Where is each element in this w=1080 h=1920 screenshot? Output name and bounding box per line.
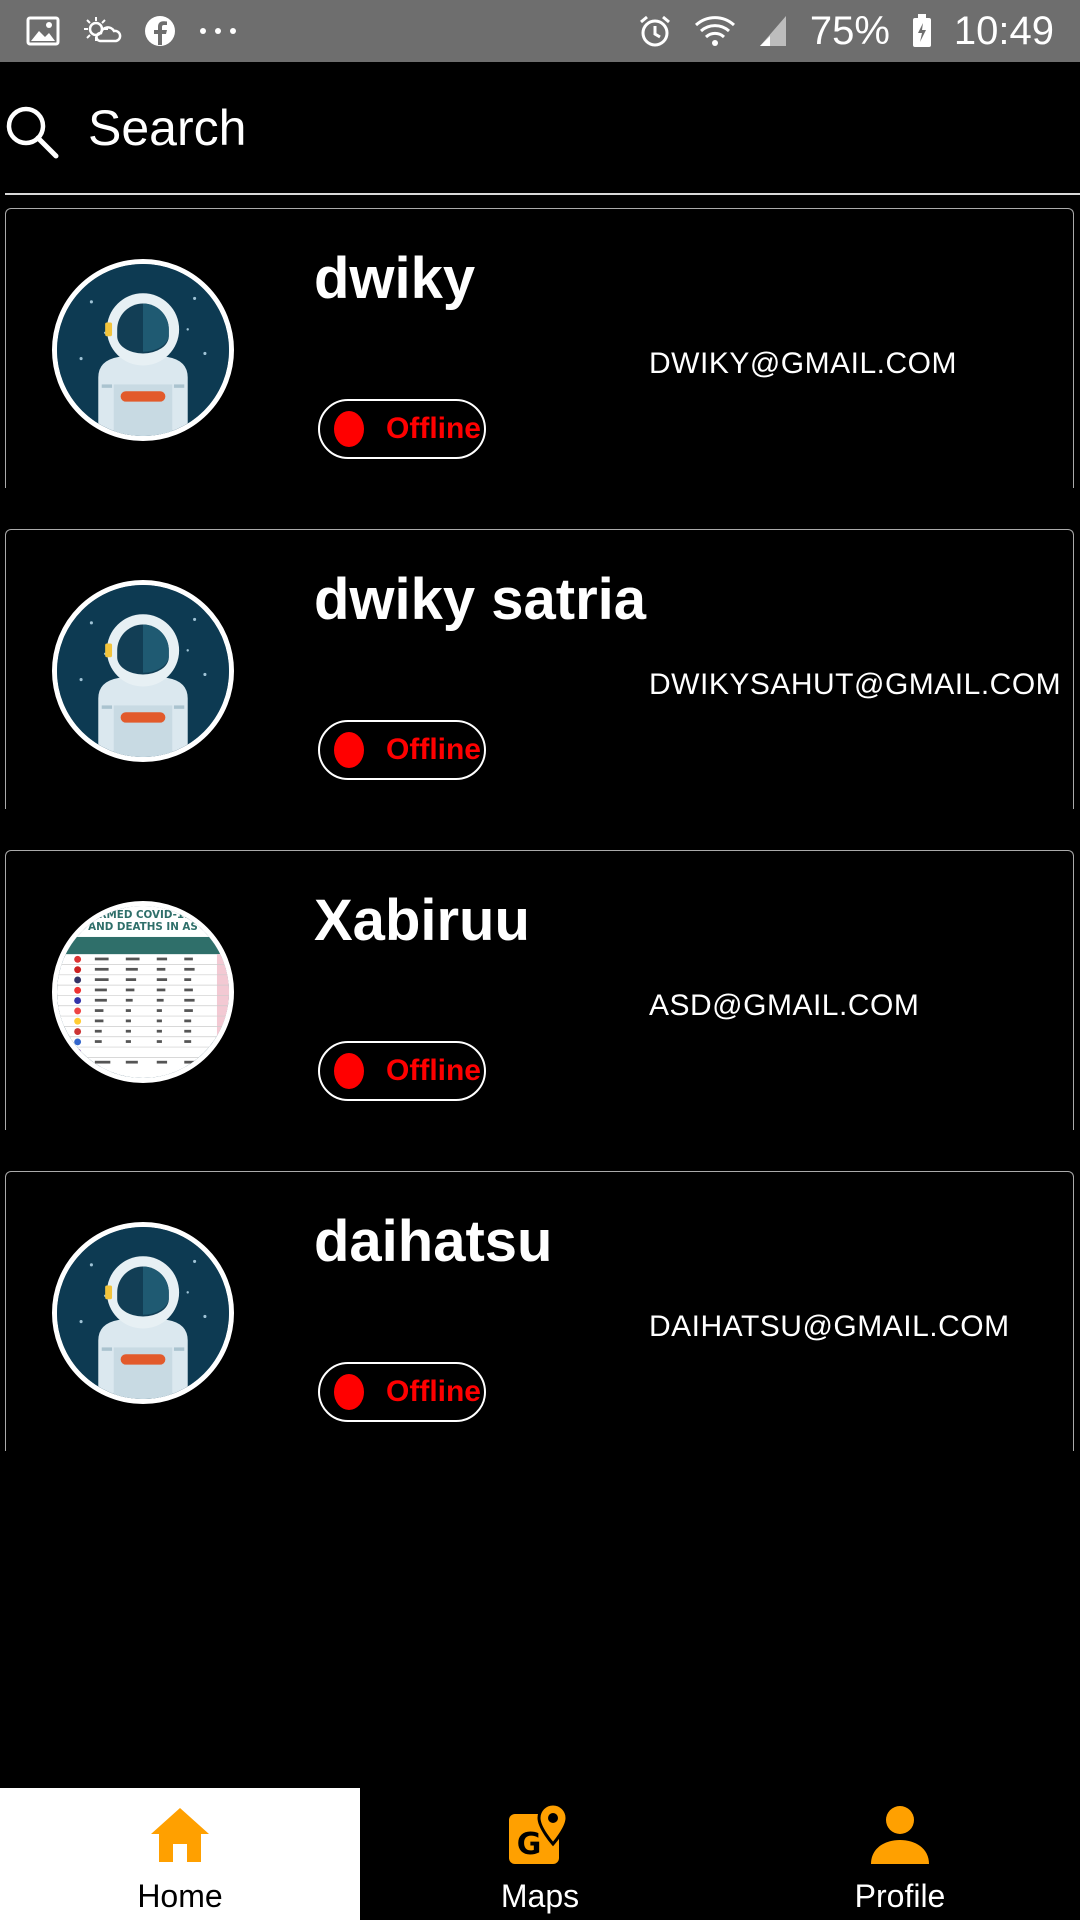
search-icon[interactable] [4,104,60,160]
user-email: DWIKYSAHUT@GMAIL.COM [649,668,1062,701]
status-bar: 75% 10:49 [0,0,1080,62]
avatar [52,1222,234,1404]
alarm-icon [638,14,672,48]
nav-item-profile[interactable]: Profile [720,1788,1080,1920]
search-bar [0,62,1080,196]
facebook-icon [144,15,176,47]
search-underline [5,193,1080,195]
user-card[interactable]: dwiky DWIKY@GMAIL.COM Offline [5,208,1074,488]
clock: 10:49 [953,8,1054,53]
avatar [52,580,234,762]
status-badge: Offline [318,1041,486,1101]
status-left-icons [26,15,238,47]
table-title-line-2: AND DEATHS IN AS [88,921,198,933]
status-label: Offline [386,1375,481,1408]
status-dot-icon [334,1053,364,1089]
more-dots-icon [198,26,238,36]
user-card[interactable]: IRMED COVID-19 AND DEATHS IN AS Xabiruu … [5,850,1074,1130]
user-email: DAIHATSU@GMAIL.COM [649,1310,1010,1343]
astronaut-avatar-image [57,264,229,436]
nav-item-home[interactable]: Home [0,1788,360,1920]
status-dot-icon [334,1374,364,1410]
user-name: Xabiruu [314,888,530,953]
nav-item-maps[interactable]: G Maps [360,1788,720,1920]
battery-percent: 75% [809,8,890,53]
table-avatar-image: IRMED COVID-19 AND DEATHS IN AS [57,906,229,1078]
status-right-icons: 75% 10:49 [638,9,1054,54]
weather-icon [82,15,122,47]
astronaut-avatar-image [57,585,229,757]
wifi-icon [694,14,736,48]
bottom-navigation: Home G Maps Profile [0,1788,1080,1920]
avatar [52,259,234,441]
user-name: daihatsu [314,1209,553,1274]
status-dot-icon [334,411,364,447]
avatar: IRMED COVID-19 AND DEATHS IN AS [52,901,234,1083]
status-label: Offline [386,412,481,445]
astronaut-avatar-image [57,1227,229,1399]
user-email: DWIKY@GMAIL.COM [649,347,957,380]
status-label: Offline [386,733,481,766]
search-input[interactable] [86,92,1070,164]
user-name: dwiky satria [314,567,647,632]
home-icon [151,1808,209,1862]
status-dot-icon [334,732,364,768]
user-name: dwiky [314,246,476,311]
nav-label-profile: Profile [854,1878,946,1914]
nav-label-maps: Maps [500,1878,580,1914]
user-email: ASD@GMAIL.COM [649,989,920,1022]
user-card[interactable]: daihatsu DAIHATSU@GMAIL.COM Offline [5,1171,1074,1451]
nav-label-home: Home [137,1878,223,1914]
gallery-icon [26,16,60,46]
user-card[interactable]: dwiky satria DWIKYSAHUT@GMAIL.COM Offline [5,529,1074,809]
battery-icon [912,14,932,48]
person-icon [871,1806,929,1864]
table-title-line-1: IRMED COVID-19 [95,909,192,921]
status-label: Offline [386,1054,481,1087]
status-badge: Offline [318,1362,486,1422]
status-badge: Offline [318,720,486,780]
map-pin-icon: G [509,1802,569,1864]
status-badge: Offline [318,399,486,459]
svg-text:G: G [517,1827,542,1862]
signal-icon [758,14,788,48]
